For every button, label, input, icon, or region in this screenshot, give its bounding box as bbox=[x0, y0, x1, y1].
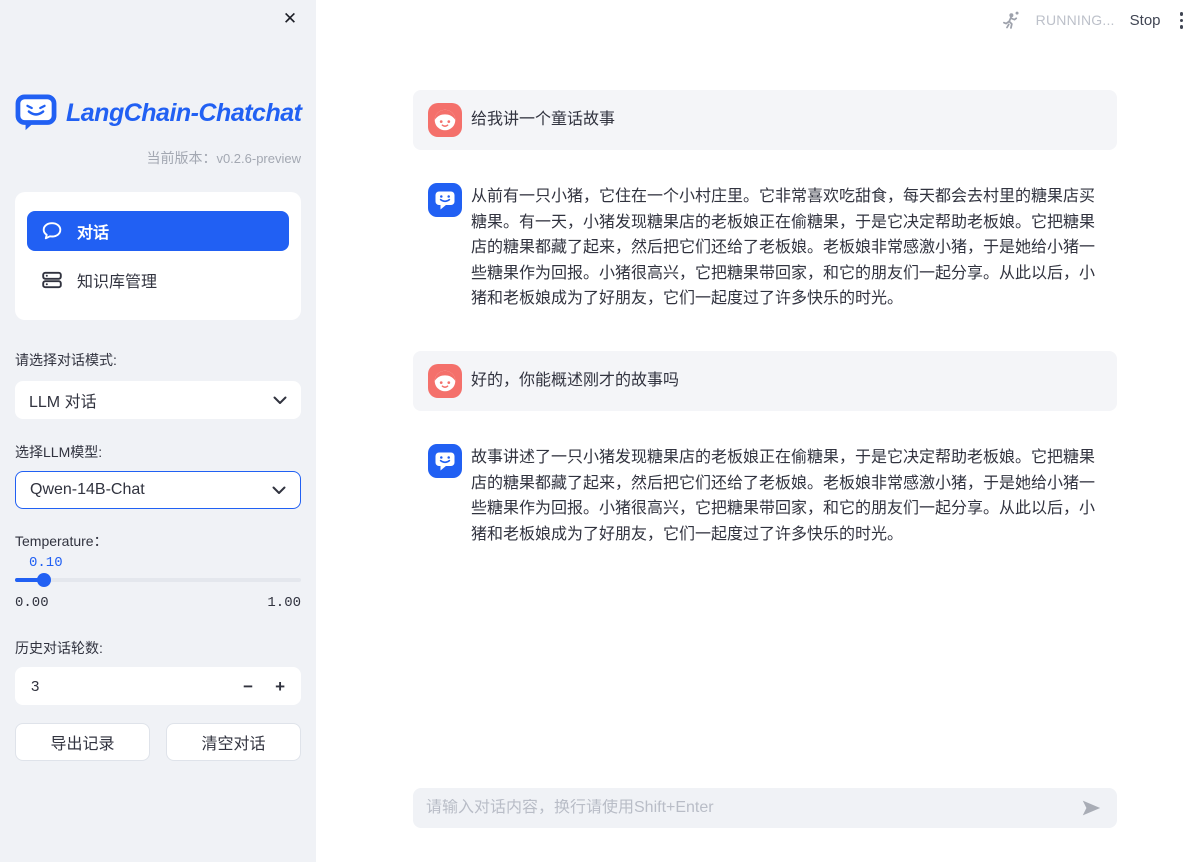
stop-button[interactable]: Stop bbox=[1130, 12, 1161, 29]
chevron-down-icon bbox=[272, 486, 286, 495]
chevron-down-icon bbox=[273, 396, 287, 405]
send-icon[interactable] bbox=[1078, 796, 1104, 820]
message-text: 故事讲述了一只小猪发现糖果店的老板娘正在偷糖果，于是它决定帮助老板娘。它把糖果店… bbox=[471, 445, 1102, 547]
running-man-icon bbox=[1000, 10, 1021, 31]
slider-track[interactable] bbox=[15, 578, 301, 582]
app-logo: LangChain-Chatchat bbox=[15, 94, 301, 132]
history-rounds-label: 历史对话轮数: bbox=[15, 638, 301, 658]
slider-thumb[interactable] bbox=[37, 573, 51, 587]
dialog-mode-label: 请选择对话模式: bbox=[15, 350, 301, 370]
version-label: 当前版本： bbox=[146, 150, 216, 166]
temperature-range: 0.00 1.00 bbox=[15, 595, 301, 611]
overflow-menu-icon[interactable] bbox=[1176, 8, 1188, 33]
version-value: v0.2.6-preview bbox=[216, 151, 301, 166]
temperature-value: 0.10 bbox=[29, 555, 301, 571]
chat-history: 给我讲一个童话故事 从前有一只小猪，它住在一个小村庄里。它非常喜欢吃甜食，每天都… bbox=[413, 90, 1117, 586]
app-status-bar: RUNNING... Stop bbox=[1000, 8, 1187, 33]
sidebar: ✕ LangChain-Chatchat 当前版本：v0.2.6-preview… bbox=[0, 0, 316, 862]
sidebar-actions: 导出记录 清空对话 bbox=[15, 723, 301, 761]
history-rounds-value: 3 bbox=[31, 678, 39, 695]
chat-input-bar bbox=[413, 788, 1117, 828]
status-text: RUNNING... bbox=[1036, 12, 1115, 28]
message-text: 从前有一只小猪，它住在一个小村庄里。它非常喜欢吃甜食，每天都会去村里的糖果店买糖… bbox=[471, 184, 1102, 312]
temperature-slider[interactable] bbox=[15, 573, 301, 587]
temperature-min: 0.00 bbox=[15, 595, 49, 611]
history-rounds-input[interactable]: 3 − + bbox=[15, 667, 301, 705]
app-title: LangChain-Chatchat bbox=[66, 99, 301, 128]
clear-dialog-button[interactable]: 清空对话 bbox=[166, 723, 301, 761]
logo-chat-bubble-icon bbox=[15, 94, 57, 132]
dialog-mode-value: LLM 对话 bbox=[29, 388, 97, 412]
dialog-mode-select[interactable]: LLM 对话 bbox=[15, 381, 301, 419]
nav-item-label: 知识库管理 bbox=[77, 268, 157, 292]
llm-model-value: Qwen-14B-Chat bbox=[30, 481, 145, 499]
database-stack-icon bbox=[41, 269, 63, 291]
increment-button[interactable]: + bbox=[275, 678, 285, 695]
assistant-avatar bbox=[428, 183, 462, 217]
nav-item-dialog[interactable]: 对话 bbox=[27, 211, 289, 251]
chat-message-user: 好的，你能概述刚才的故事吗 bbox=[413, 351, 1117, 411]
chat-message-assistant: 从前有一只小猪，它住在一个小村庄里。它非常喜欢吃甜食，每天都会去村里的糖果店买糖… bbox=[413, 170, 1117, 325]
main-area: RUNNING... Stop 给我讲一个童话故事 bbox=[316, 0, 1199, 862]
nav-menu: 对话 知识库管理 bbox=[15, 192, 301, 320]
export-history-button[interactable]: 导出记录 bbox=[15, 723, 150, 761]
nav-item-label: 对话 bbox=[77, 219, 109, 243]
close-sidebar-icon[interactable]: ✕ bbox=[277, 6, 303, 32]
decrement-button[interactable]: − bbox=[243, 678, 253, 695]
chat-input[interactable] bbox=[426, 799, 1070, 817]
message-text: 好的，你能概述刚才的故事吗 bbox=[471, 368, 679, 394]
message-text: 给我讲一个童话故事 bbox=[471, 107, 615, 133]
user-avatar bbox=[428, 364, 462, 398]
temperature-max: 1.00 bbox=[267, 595, 301, 611]
assistant-avatar bbox=[428, 444, 462, 478]
chat-bubble-icon bbox=[41, 220, 63, 242]
nav-item-knowledge-base[interactable]: 知识库管理 bbox=[27, 260, 289, 300]
user-avatar bbox=[428, 103, 462, 137]
llm-model-select[interactable]: Qwen-14B-Chat bbox=[15, 471, 301, 509]
chat-message-user: 给我讲一个童话故事 bbox=[413, 90, 1117, 150]
version-info: 当前版本：v0.2.6-preview bbox=[15, 148, 301, 168]
temperature-label: Temperature： bbox=[15, 531, 301, 551]
chat-message-assistant: 故事讲述了一只小猪发现糖果店的老板娘正在偷糖果，于是它决定帮助老板娘。它把糖果店… bbox=[413, 431, 1117, 560]
llm-model-label: 选择LLM模型: bbox=[15, 442, 301, 462]
